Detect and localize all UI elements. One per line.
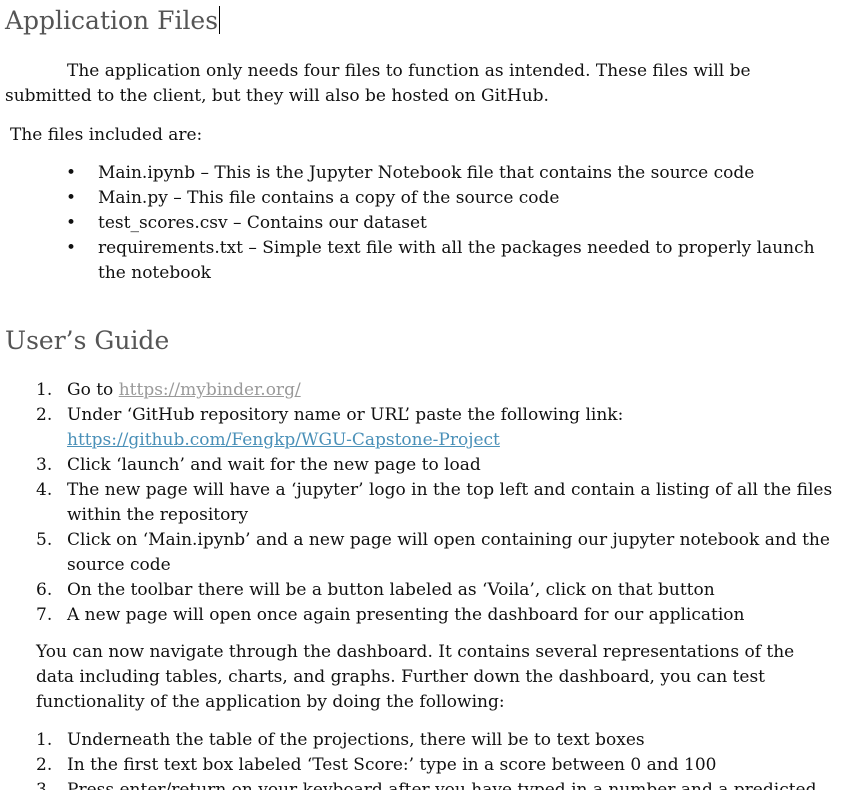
list-item-text: test_scores.csv – Contains our dataset — [98, 213, 427, 233]
list-item: 1. Go to https://mybinder.org/ — [0, 378, 832, 403]
step-text: Press enter/return on your keyboard afte… — [67, 780, 817, 790]
step-number: 2. — [36, 405, 53, 425]
step-text: Under ‘GitHub repository name or URL’ pa… — [67, 405, 624, 425]
list-item: 5. Click on ‘Main.ipynb’ and a new page w… — [0, 528, 832, 578]
step-text: In the first text box labeled ‘Test Scor… — [67, 755, 717, 775]
step-number: 1. — [36, 730, 53, 750]
list-item: 2. In the first text box labeled ‘Test Sc… — [0, 753, 817, 778]
list-item: • Main.py – This file contains a copy of … — [0, 186, 815, 211]
list-item: 4. The new page will have a ‘jupyter’ log… — [0, 478, 832, 528]
list-item: 6. On the toolbar there will be a button … — [0, 578, 832, 603]
list-item: • test_scores.csv – Contains our dataset — [0, 211, 815, 236]
step-number: 4. — [36, 480, 53, 500]
step-number: 5. — [36, 530, 53, 550]
list-item: • requirements.txt – Simple text file wit… — [0, 236, 815, 286]
step-text: On the toolbar there will be a button la… — [67, 580, 715, 600]
list-item-text: Main.ipynb – This is the Jupyter Noteboo… — [98, 163, 755, 183]
list-item: 3. Click ‘launch’ and wait for the new pa… — [0, 453, 832, 478]
users-guide-steps: 1. Go to https://mybinder.org/ 2. Under ‘G… — [0, 378, 832, 628]
step-number: 2. — [36, 755, 53, 775]
step-text: Go to — [67, 380, 119, 400]
step-text-continued: within the repository — [67, 505, 249, 525]
navigate-paragraph-line-1: You can now navigate through the dashboa… — [36, 642, 795, 662]
list-item: 3. Press enter/return on your keyboard af… — [0, 778, 817, 790]
text-cursor — [219, 6, 221, 34]
step-text: A new page will open once again presenti… — [67, 605, 745, 625]
step-text: Underneath the table of the projections,… — [67, 730, 645, 750]
step-number: 6. — [36, 580, 53, 600]
heading-application-files: Application Files — [5, 6, 221, 35]
files-included-label: The files included are: — [10, 125, 203, 145]
intro-paragraph-line-1: The application only needs four files to… — [67, 61, 751, 81]
test-steps: 1. Underneath the table of the projection… — [0, 728, 817, 790]
list-item: 7. A new page will open once again presen… — [0, 603, 832, 628]
list-item: • Main.ipynb – This is the Jupyter Notebo… — [0, 161, 815, 186]
navigate-paragraph-line-2: data including tables, charts, and graph… — [36, 667, 765, 687]
bullet-icon: • — [66, 213, 77, 233]
intro-paragraph-line-2: submitted to the client, but they will a… — [5, 86, 549, 106]
bullet-icon: • — [66, 163, 77, 183]
step-number: 3. — [36, 780, 53, 790]
bullet-icon: • — [66, 188, 77, 208]
step-number: 7. — [36, 605, 53, 625]
list-item-text-continued: the notebook — [98, 263, 211, 283]
github-repo-link[interactable]: https://github.com/Fengkp/WGU-Capstone-P… — [67, 430, 500, 450]
list-item-text: requirements.txt – Simple text file with… — [98, 238, 815, 258]
step-text: Click on ‘Main.ipynb’ and a new page wil… — [67, 530, 830, 550]
step-text: Click ‘launch’ and wait for the new page… — [67, 455, 481, 475]
heading-text: Application Files — [5, 6, 219, 35]
step-text-continued: source code — [67, 555, 171, 575]
bullet-icon: • — [66, 238, 77, 258]
files-bullet-list: • Main.ipynb – This is the Jupyter Notebo… — [0, 161, 815, 286]
navigate-paragraph-line-3: functionality of the application by doin… — [36, 692, 505, 712]
list-item: 1. Underneath the table of the projection… — [0, 728, 817, 753]
document-page: Application Files The application only n… — [0, 0, 854, 790]
list-item-text: Main.py – This file contains a copy of t… — [98, 188, 560, 208]
step-text: The new page will have a ‘jupyter’ logo … — [67, 480, 833, 500]
heading-users-guide: User’s Guide — [5, 326, 170, 355]
list-item: 2. Under ‘GitHub repository name or URL’ … — [0, 403, 832, 453]
step-number: 3. — [36, 455, 53, 475]
mybinder-link[interactable]: https://mybinder.org/ — [119, 380, 301, 400]
step-number: 1. — [36, 380, 53, 400]
